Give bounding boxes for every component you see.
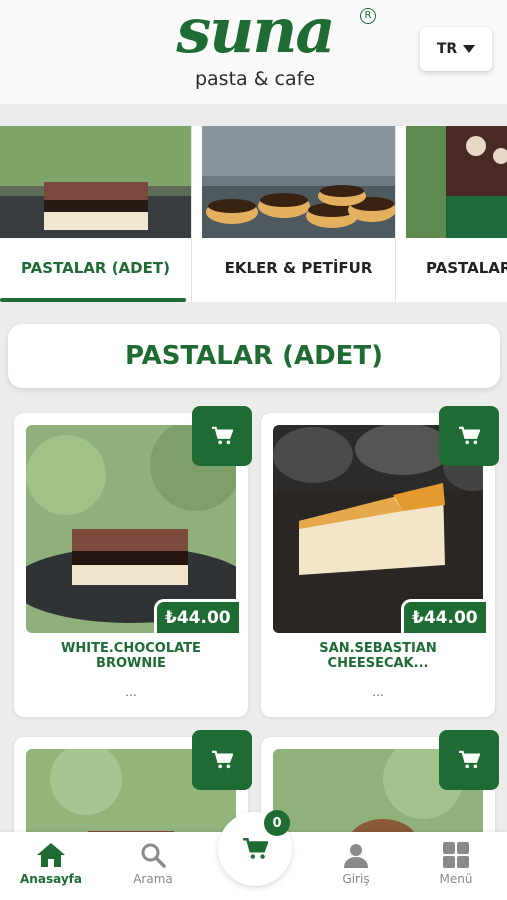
add-to-cart-button[interactable] xyxy=(192,730,252,790)
product-description: ... xyxy=(125,685,137,699)
category-tab-pastalar[interactable]: PASTALAR xyxy=(406,126,507,302)
add-to-cart-button[interactable] xyxy=(439,406,499,466)
category-label: PASTALAR (ADET) xyxy=(21,259,170,277)
product-name[interactable]: WHITE.CHOCOLATE BROWNIE xyxy=(26,641,236,671)
nav-home[interactable]: Anasayfa xyxy=(11,842,91,886)
language-selector[interactable]: TR xyxy=(420,27,492,71)
nav-login-label: Giriş xyxy=(342,872,370,886)
product-description: ... xyxy=(372,685,384,699)
section-title: PASTALAR (ADET) xyxy=(8,324,500,388)
category-image-eclairs xyxy=(202,126,395,238)
price-tag: ₺44.00 xyxy=(154,599,239,633)
add-to-cart-button[interactable] xyxy=(192,406,252,466)
add-to-cart-button[interactable] xyxy=(439,730,499,790)
brand-tagline: pasta & cafe xyxy=(194,68,316,90)
grid-icon xyxy=(443,842,469,868)
nav-menu[interactable]: Menü xyxy=(416,842,496,886)
category-image-cake xyxy=(406,126,507,238)
cart-icon xyxy=(459,426,480,445)
brand-logo[interactable]: suna R pasta & cafe xyxy=(130,0,380,98)
cart-icon xyxy=(212,750,233,769)
category-strip[interactable]: PASTALAR (ADET) EKLER & PETİFUR PASTALAR xyxy=(0,126,507,302)
header: suna R pasta & cafe TR xyxy=(0,0,507,104)
nav-search[interactable]: Arama xyxy=(113,842,193,886)
caret-down-icon xyxy=(463,45,476,53)
cart-icon xyxy=(212,426,233,445)
nav-home-label: Anasayfa xyxy=(20,872,82,886)
nav-search-label: Arama xyxy=(133,872,173,886)
cart-icon xyxy=(243,837,268,859)
language-label: TR xyxy=(436,41,458,57)
registered-mark: R xyxy=(360,8,376,24)
category-label: PASTALAR xyxy=(426,259,507,277)
category-image-brownie xyxy=(0,126,191,238)
product-name[interactable]: SAN.SEBASTIAN CHEESECAK... xyxy=(273,641,483,671)
category-label: EKLER & PETİFUR xyxy=(224,259,373,277)
active-tab-indicator xyxy=(0,298,186,302)
user-icon xyxy=(344,844,368,868)
cart-icon xyxy=(459,750,480,769)
category-tab-ekler-petifur[interactable]: EKLER & PETİFUR xyxy=(202,126,396,302)
nav-login[interactable]: Giriş xyxy=(316,842,396,886)
brand-name: suna xyxy=(176,0,335,67)
search-icon xyxy=(141,843,166,868)
home-icon xyxy=(37,843,65,867)
nav-menu-label: Menü xyxy=(439,872,473,886)
price-tag: ₺44.00 xyxy=(401,599,486,633)
category-tab-pastalar-adet[interactable]: PASTALAR (ADET) xyxy=(0,126,192,302)
cart-count-badge: 0 xyxy=(264,810,290,836)
